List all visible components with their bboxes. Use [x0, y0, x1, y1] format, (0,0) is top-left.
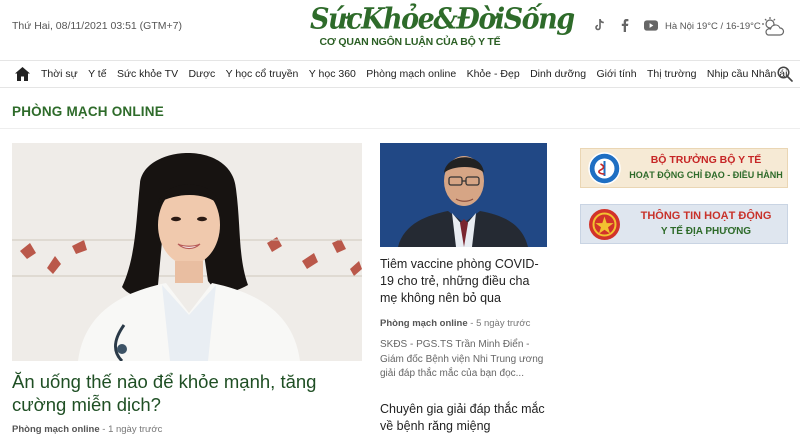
side-article-meta: Phòng mạch online - 5 ngày trước [380, 318, 530, 329]
section-title[interactable]: PHÒNG MẠCH ONLINE [12, 104, 164, 119]
side-article-category[interactable]: Phòng mạch online [380, 318, 468, 329]
local-health-banner[interactable]: THÔNG TIN HOẠT ĐỘNG Y TẾ ĐỊA PHƯƠNG [580, 204, 788, 244]
nav-item-dinh-duong[interactable]: Dinh dưỡng [530, 68, 586, 80]
site-logo[interactable]: SứcKhỏe&ĐờiSống CƠ QUAN NGÔN LUẬN CỦA BỘ… [310, 2, 575, 48]
facebook-icon[interactable] [618, 18, 632, 32]
nav-item-khoe-dep[interactable]: Khỏe - Đẹp [467, 68, 520, 80]
national-emblem-icon [589, 209, 620, 240]
nav-item-nhip-cau-nhan-ai[interactable]: Nhịp cầu Nhân ái [707, 68, 788, 80]
side-article-title[interactable]: Tiêm vaccine phòng COVID-19 cho trẻ, nhữ… [380, 256, 550, 307]
side-article-time: - 5 ngày trước [470, 318, 531, 329]
social-links [592, 18, 658, 32]
logo-tagline: CƠ QUAN NGÔN LUẬN CỦA BỘ Y TẾ [319, 36, 501, 48]
nav-item-suc-khoe-tv[interactable]: Sức khỏe TV [117, 68, 178, 80]
nav-item-duoc[interactable]: Dược [188, 68, 215, 80]
youtube-icon[interactable] [644, 18, 658, 32]
main-article-image[interactable] [12, 143, 362, 361]
cloud-icon [762, 17, 785, 36]
search-icon[interactable] [777, 66, 793, 82]
current-datetime: Thứ Hai, 08/11/2021 03:51 (GTM+7) [12, 20, 182, 32]
home-icon[interactable] [15, 67, 30, 81]
nav-item-y-hoc-co-truyen[interactable]: Y học cổ truyền [226, 68, 299, 80]
local-health-banner-title: THÔNG TIN HOẠT ĐỘNG [640, 210, 772, 222]
nav-item-gioi-tinh[interactable]: Giới tính [596, 68, 636, 80]
side-article-summary: SKĐS - PGS.TS Trần Minh Điển - Giám đốc … [380, 339, 544, 379]
main-article-title[interactable]: Ăn uống thế nào để khỏe mạnh, tăng cường… [12, 370, 362, 416]
nav-items: Thời sự Y tế Sức khỏe TV Dược Y học cổ t… [41, 68, 798, 80]
nav-item-phong-mach-online[interactable]: Phòng mạch online [366, 68, 456, 80]
nav-item-thoi-su[interactable]: Thời sự [41, 68, 78, 80]
tiktok-icon[interactable] [592, 18, 606, 32]
minister-banner[interactable]: BỘ TRƯỞNG BỘ Y TẾ HOẠT ĐỘNG CHỈ ĐẠO - ĐI… [580, 148, 788, 188]
site-header: Thứ Hai, 08/11/2021 03:51 (GTM+7) SứcKhỏ… [0, 0, 800, 58]
main-article-meta: Phòng mạch online - 1 ngày trước [12, 424, 162, 435]
logo-wordmark: SứcKhỏe&ĐờiSống [310, 2, 575, 37]
ministry-emblem-icon [588, 152, 621, 185]
minister-banner-title: BỘ TRƯỞNG BỘ Y TẾ [650, 154, 762, 166]
nav-item-thi-truong[interactable]: Thị trường [647, 68, 697, 80]
local-health-banner-subtitle: Y TẾ ĐỊA PHƯƠNG [660, 226, 752, 237]
nav-item-y-hoc-360[interactable]: Y học 360 [309, 68, 356, 80]
main-nav: Thời sự Y tế Sức khỏe TV Dược Y học cổ t… [0, 60, 800, 88]
section-divider [0, 128, 800, 129]
minister-banner-subtitle: HOẠT ĐỘNG CHỈ ĐẠO - ĐIỀU HÀNH [629, 170, 783, 180]
main-article-time: - 1 ngày trước [102, 424, 163, 435]
second-side-article-title[interactable]: Chuyên gia giải đáp thắc mắc về bệnh răn… [380, 401, 550, 435]
main-article-category[interactable]: Phòng mạch online [12, 424, 100, 435]
nav-item-y-te[interactable]: Y tế [88, 68, 107, 80]
weather-readout: Hà Nội 19°C / 16-19°C [665, 21, 761, 32]
side-article-image[interactable] [380, 143, 547, 247]
